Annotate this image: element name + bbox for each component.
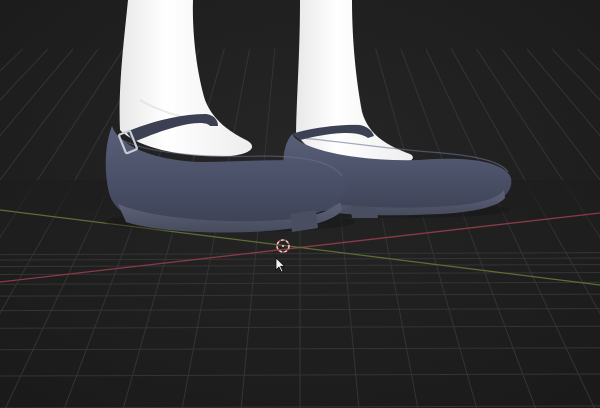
viewport-canvas[interactable] xyxy=(0,0,600,408)
3d-viewport[interactable] xyxy=(0,0,600,408)
